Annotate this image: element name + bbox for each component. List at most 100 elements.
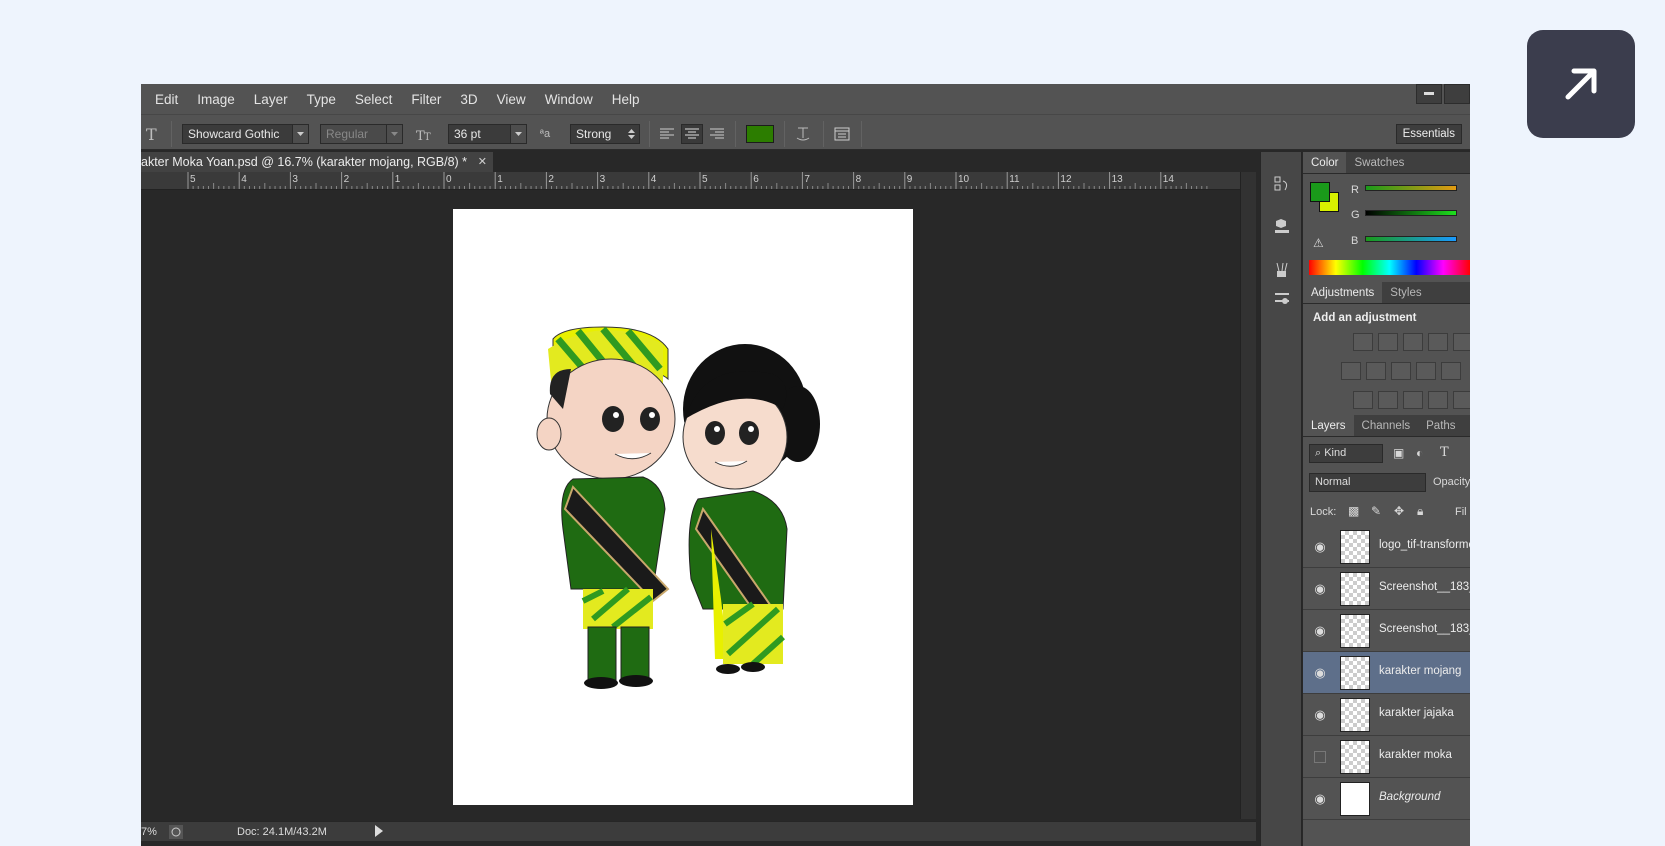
menu-layer[interactable]: Layer [254, 92, 288, 107]
layer-thumbnail [1340, 656, 1370, 690]
brightness-contrast-icon[interactable] [1353, 333, 1373, 351]
posterize-icon[interactable] [1378, 391, 1398, 409]
font-style-select[interactable]: Regular [320, 124, 403, 144]
filter-pixel-icon[interactable]: ▣ [1393, 446, 1404, 460]
tab-paths[interactable]: Paths [1418, 415, 1463, 436]
menu-window[interactable]: Window [545, 92, 593, 107]
selective-color-icon[interactable] [1428, 391, 1448, 409]
eye-icon[interactable]: ◉ [1312, 707, 1328, 723]
red-slider[interactable] [1365, 185, 1457, 191]
filter-type-icon[interactable]: T [1440, 445, 1449, 460]
eye-icon[interactable]: ◉ [1312, 581, 1328, 597]
visibility-off-icon[interactable] [1314, 751, 1326, 763]
menu-edit[interactable]: Edit [155, 92, 178, 107]
font-size-field[interactable]: 36 pt [448, 124, 527, 144]
layer-row[interactable]: ◉ karakter jajaka [1303, 694, 1470, 736]
layer-thumbnail [1340, 614, 1370, 648]
canvas-area[interactable] [141, 190, 1240, 819]
lock-move-icon[interactable]: ✥ [1394, 504, 1404, 518]
eye-icon[interactable]: ◉ [1312, 623, 1328, 639]
layer-row[interactable]: ◉ Background [1303, 778, 1470, 820]
vibrance-icon[interactable] [1453, 333, 1470, 351]
eye-icon[interactable]: ◉ [1312, 539, 1328, 555]
tab-styles[interactable]: Styles [1382, 282, 1429, 303]
filter-adjustment-icon[interactable]: ◐ [1416, 446, 1423, 460]
curves-icon[interactable] [1403, 333, 1423, 351]
color-balance-icon[interactable] [1366, 362, 1386, 380]
search-icon: ⌕ [1315, 447, 1325, 459]
align-center-button[interactable] [681, 124, 703, 144]
lock-transparent-icon[interactable]: ▩ [1348, 504, 1359, 518]
play-icon[interactable] [374, 825, 384, 840]
history-panel-button[interactable] [1270, 172, 1294, 196]
open-external-button[interactable] [1527, 30, 1635, 138]
minimize-button[interactable] [1416, 84, 1442, 104]
document-canvas[interactable] [453, 209, 913, 805]
zoom-value[interactable]: 7% [141, 826, 157, 838]
menu-image[interactable]: Image [197, 92, 235, 107]
green-slider[interactable] [1365, 210, 1457, 216]
menu-view[interactable]: View [497, 92, 526, 107]
foreground-color[interactable] [1310, 182, 1330, 202]
font-family-select[interactable]: Showcard Gothic [182, 124, 309, 144]
color-panel-tabs: Color Swatches [1303, 152, 1470, 174]
workspace-select[interactable]: Essentials [1395, 124, 1462, 144]
document-tab[interactable]: akter Moka Yoan.psd @ 16.7% (karakter mo… [141, 152, 493, 172]
levels-icon[interactable] [1378, 333, 1398, 351]
updown-icon [623, 125, 639, 143]
vertical-scrollbar[interactable] [1240, 172, 1256, 819]
kind-filter-select[interactable]: ⌕ Kind [1309, 444, 1383, 463]
menu-select[interactable]: Select [355, 92, 393, 107]
menu-type[interactable]: Type [307, 92, 336, 107]
properties-panel-button[interactable] [1270, 214, 1294, 238]
layer-row[interactable]: ◉ karakter mojang [1303, 652, 1470, 694]
layer-row[interactable]: ◉ Screenshot__183_- [1303, 568, 1470, 610]
tool-presets-button[interactable] [1270, 286, 1294, 310]
eye-icon[interactable]: ◉ [1312, 665, 1328, 681]
black-white-icon[interactable] [1391, 362, 1411, 380]
antialias-icon: ªa [534, 124, 556, 144]
photo-filter-icon[interactable] [1416, 362, 1436, 380]
blend-mode-select[interactable]: Normal [1309, 473, 1426, 492]
layer-row[interactable]: ◉ logo_tif-transforme [1303, 526, 1470, 568]
maximize-button[interactable] [1444, 84, 1470, 104]
exposure-icon[interactable] [1428, 333, 1448, 351]
close-icon[interactable]: ✕ [478, 152, 487, 172]
ruler-label: 12 [1060, 174, 1072, 185]
lock-paint-icon[interactable]: ✎ [1371, 504, 1381, 518]
tab-adjustments[interactable]: Adjustments [1303, 282, 1383, 303]
color-spectrum[interactable] [1309, 260, 1470, 275]
layer-row[interactable]: ◉ Screenshot__183_- [1303, 610, 1470, 652]
invert-icon[interactable] [1353, 391, 1373, 409]
menu-3d[interactable]: 3D [460, 92, 477, 107]
warning-icon[interactable]: ⚠ [1313, 236, 1324, 250]
ruler-label: 1 [395, 174, 401, 185]
brush-panel-button[interactable] [1270, 258, 1294, 282]
menu-filter[interactable]: Filter [411, 92, 441, 107]
warp-text-button[interactable] [792, 124, 814, 144]
ruler-label: 2 [548, 174, 554, 185]
lock-all-icon[interactable]: 🔒︎ [1417, 504, 1423, 519]
align-left-button[interactable] [656, 124, 678, 144]
tab-color[interactable]: Color [1303, 152, 1347, 173]
tab-swatches[interactable]: Swatches [1346, 152, 1412, 173]
blue-slider[interactable] [1365, 236, 1457, 242]
tab-channels[interactable]: Channels [1354, 415, 1419, 436]
eye-icon[interactable]: ◉ [1312, 791, 1328, 807]
channel-g-label: G [1351, 209, 1360, 221]
status-icon[interactable] [169, 825, 183, 842]
svg-text:T: T [424, 132, 431, 142]
hue-saturation-icon[interactable] [1341, 362, 1361, 380]
threshold-icon[interactable] [1403, 391, 1423, 409]
character-panel-button[interactable] [831, 124, 853, 144]
channel-mixer-icon[interactable] [1441, 362, 1461, 380]
tab-layers[interactable]: Layers [1303, 415, 1354, 436]
text-tool-icon[interactable]: T [143, 124, 165, 144]
layer-row[interactable]: karakter moka [1303, 736, 1470, 778]
align-right-button[interactable] [706, 124, 728, 144]
text-color-swatch[interactable] [746, 125, 774, 143]
antialias-select[interactable]: Strong [570, 124, 640, 144]
gradient-map-icon[interactable] [1453, 391, 1470, 409]
menu-help[interactable]: Help [612, 92, 640, 107]
right-panels: Color Swatches R G B ⚠ Adjustments Style… [1303, 152, 1470, 846]
